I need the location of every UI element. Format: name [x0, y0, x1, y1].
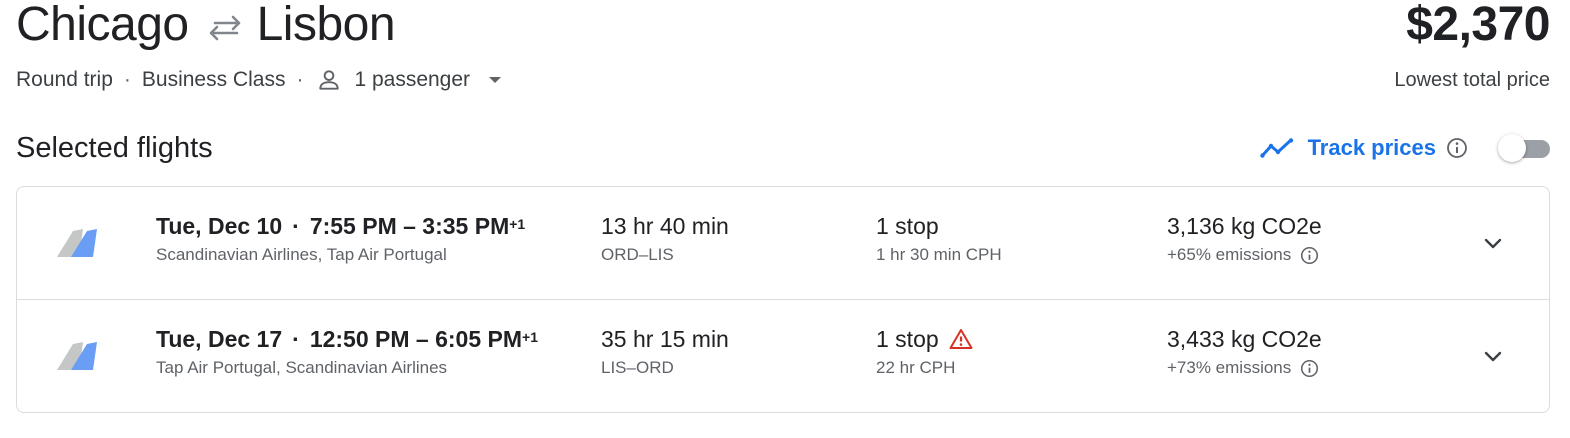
passenger-count[interactable]: 1 passenger — [354, 68, 470, 92]
total-price: $2,370 — [1406, 0, 1550, 51]
emissions-line: +65% emissions — [1167, 243, 1322, 267]
day-offset: +1 — [509, 216, 526, 232]
stops-line: 1 stop — [876, 324, 973, 354]
track-prices-label[interactable]: Track prices — [1308, 135, 1436, 161]
separator-dot: · — [292, 326, 300, 352]
origin-city: Chicago — [16, 0, 189, 51]
person-icon — [319, 70, 340, 90]
airline-names: Scandinavian Airlines, Tap Air Portugal — [156, 245, 447, 264]
separator-dot: · — [123, 68, 131, 91]
swap-arrows-icon — [209, 15, 240, 41]
flight-duration: 35 hr 15 min — [601, 326, 729, 352]
track-prices-toggle[interactable] — [1498, 134, 1550, 162]
multi-airline-tail-icon — [57, 229, 97, 257]
airline-names: Tap Air Portugal, Scandinavian Airlines — [156, 358, 448, 377]
flight-time-range: 7:55 PM – 3:35 PM — [309, 213, 510, 239]
warning-triangle-icon[interactable] — [949, 328, 973, 350]
track-prices-control: Track prices — [1259, 133, 1550, 163]
stop-count: 1 stop — [876, 326, 939, 352]
flight-date: Tue, Dec 10 — [156, 213, 283, 239]
route-header: Chicago Lisbon — [16, 0, 396, 54]
flight-duration-col: 35 hr 15 min LIS–ORD — [601, 324, 729, 380]
day-offset: +1 — [522, 329, 538, 345]
selected-flights-card: Tue, Dec 10 · 7:55 PM – 3:35 PM +1 Scand… — [16, 186, 1550, 413]
flight-date: Tue, Dec 17 — [156, 326, 283, 352]
flight-times-col: Tue, Dec 17 · 12:50 PM – 6:05 PM +1 Tap … — [156, 324, 538, 380]
flight-date-time: Tue, Dec 10 · 7:55 PM – 3:35 PM +1 — [156, 211, 525, 241]
flight-row-return[interactable]: Tue, Dec 17 · 12:50 PM – 6:05 PM +1 Tap … — [17, 300, 1549, 413]
chevron-down-icon[interactable] — [1481, 231, 1505, 255]
caret-down-icon[interactable] — [486, 74, 504, 86]
flight-route: ORD–LIS — [601, 245, 674, 264]
stop-count: 1 stop — [876, 213, 939, 239]
emissions-percent: +65% emissions — [1167, 245, 1292, 264]
trip-options: Round trip · Business Class · 1 passenge… — [16, 66, 504, 94]
separator-dot: · — [292, 213, 300, 239]
stops-line: 1 stop — [876, 211, 1002, 241]
layover-info: 1 hr 30 min CPH — [876, 245, 1002, 264]
flight-row-outbound[interactable]: Tue, Dec 10 · 7:55 PM – 3:35 PM +1 Scand… — [17, 187, 1549, 300]
info-icon[interactable] — [1300, 246, 1319, 265]
multi-airline-tail-icon — [57, 342, 97, 370]
flight-time-range: 12:50 PM – 6:05 PM — [309, 326, 523, 352]
trending-line-icon — [1259, 138, 1293, 158]
chevron-down-icon[interactable] — [1481, 344, 1505, 368]
co2-amount: 3,433 kg CO2e — [1167, 326, 1322, 352]
info-icon[interactable] — [1446, 137, 1468, 159]
separator-dot: · — [296, 68, 304, 91]
flight-duration-col: 13 hr 40 min ORD–LIS — [601, 211, 729, 267]
flight-route: LIS–ORD — [601, 358, 674, 377]
toggle-knob — [1498, 134, 1526, 162]
emissions-line: +73% emissions — [1167, 356, 1322, 380]
trip-type: Round trip — [16, 68, 113, 91]
cabin-class: Business Class — [141, 68, 286, 91]
flight-stops-col: 1 stop 22 hr CPH — [876, 324, 973, 380]
flight-times-col: Tue, Dec 10 · 7:55 PM – 3:35 PM +1 Scand… — [156, 211, 525, 267]
price-caption: Lowest total price — [1394, 68, 1550, 91]
emissions-col: 3,433 kg CO2e +73% emissions — [1167, 324, 1322, 380]
flight-summary-page: Chicago Lisbon $2,370 Round trip · Busin… — [0, 0, 1570, 438]
flight-date-time: Tue, Dec 17 · 12:50 PM – 6:05 PM +1 — [156, 324, 538, 354]
flight-stops-col: 1 stop 1 hr 30 min CPH — [876, 211, 1002, 267]
layover-info: 22 hr CPH — [876, 358, 956, 377]
flight-duration: 13 hr 40 min — [601, 213, 729, 239]
section-title: Selected flights — [16, 131, 213, 164]
co2-amount: 3,136 kg CO2e — [1167, 213, 1322, 239]
destination-city: Lisbon — [256, 0, 396, 51]
emissions-col: 3,136 kg CO2e +65% emissions — [1167, 211, 1322, 267]
emissions-percent: +73% emissions — [1167, 358, 1292, 377]
info-icon[interactable] — [1300, 359, 1319, 378]
